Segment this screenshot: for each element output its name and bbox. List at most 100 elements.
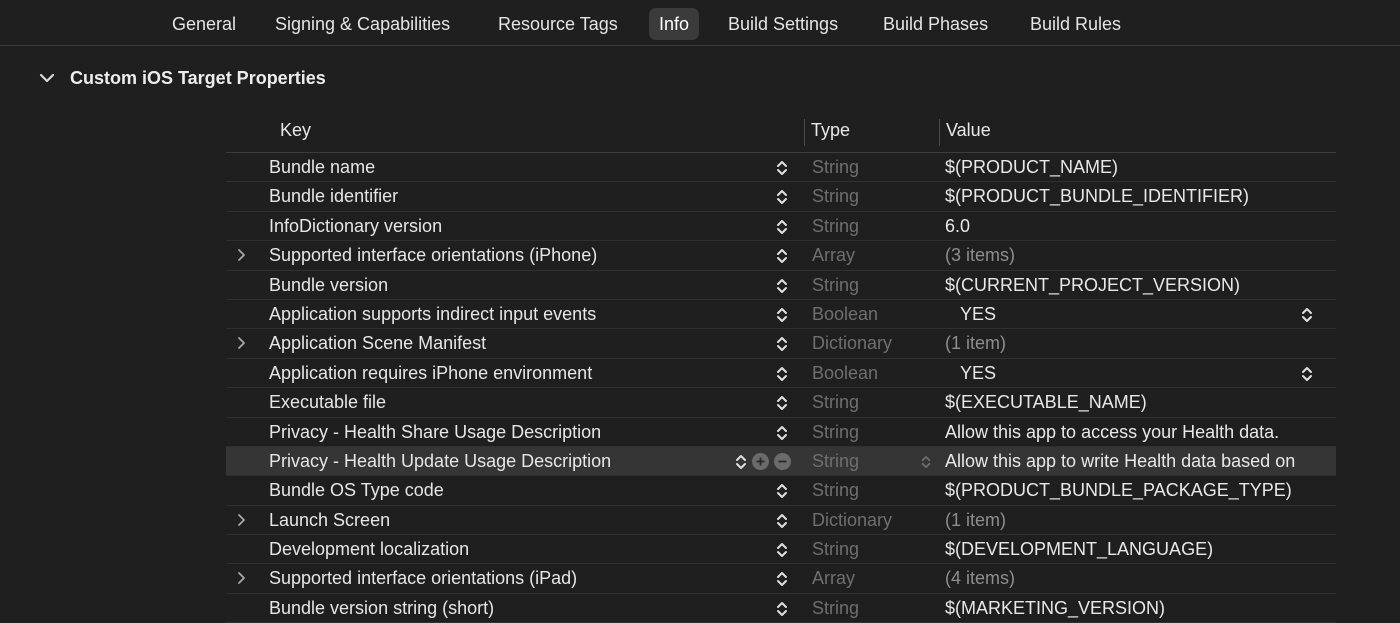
table-row[interactable]: Privacy - Health Share Usage Description… [226,418,1336,447]
column-header-value[interactable]: Value [946,115,991,152]
tab-build-rules[interactable]: Build Rules [1020,8,1131,40]
up-down-stepper-icon[interactable] [775,541,789,559]
row-value[interactable]: (4 items) [945,564,1330,593]
row-value[interactable]: Allow this app to access your Health dat… [945,418,1330,447]
table-row[interactable]: Application Scene Manifest Dictionary (1 i… [226,329,1336,359]
row-key[interactable]: Privacy - Health Update Usage Descriptio… [269,447,611,476]
row-type[interactable]: Dictionary [812,506,892,535]
row-key[interactable]: Application requires iPhone environment [269,359,592,388]
up-down-stepper-icon[interactable] [775,306,789,324]
up-down-stepper-icon[interactable] [775,247,789,265]
up-down-stepper-icon[interactable] [775,277,789,295]
row-key[interactable]: Privacy - Health Share Usage Description [269,418,601,447]
row-value[interactable]: YES [960,359,1345,388]
column-divider[interactable] [939,119,940,146]
up-down-stepper-icon[interactable] [734,453,748,471]
table-row[interactable]: Privacy - Health Update Usage Descriptio… [226,446,1336,477]
row-key[interactable]: Supported interface orientations (iPad) [269,564,577,593]
row-key[interactable]: Executable file [269,388,386,417]
row-key[interactable]: Bundle version string (short) [269,594,494,623]
row-value[interactable]: (3 items) [945,241,1330,270]
row-value[interactable]: $(EXECUTABLE_NAME) [945,388,1330,417]
tab-build-phases[interactable]: Build Phases [873,8,998,40]
row-key[interactable]: Bundle identifier [269,182,398,211]
column-divider[interactable] [804,119,805,146]
chevron-right-icon[interactable] [234,248,248,262]
row-type[interactable]: String [812,535,859,564]
row-type[interactable]: Dictionary [812,329,892,358]
up-down-stepper-icon[interactable] [775,335,789,353]
plus-circle-icon[interactable] [752,452,769,470]
up-down-stepper-icon[interactable] [775,365,789,383]
up-down-stepper-icon[interactable] [775,600,789,618]
minus-circle-icon[interactable] [774,452,791,470]
up-down-stepper-icon[interactable] [775,482,789,500]
row-value[interactable]: (1 item) [945,329,1330,358]
row-key[interactable]: InfoDictionary version [269,212,442,241]
table-row[interactable]: Bundle name String $(PRODUCT_NAME) [226,153,1336,183]
up-down-stepper-icon[interactable] [775,394,789,412]
row-value[interactable]: $(CURRENT_PROJECT_VERSION) [945,271,1330,300]
column-header-type[interactable]: Type [811,115,850,152]
table-row[interactable]: Supported interface orientations (iPad) A… [226,564,1336,594]
up-down-stepper-icon[interactable] [775,159,789,177]
table-row[interactable]: Bundle version String $(CURRENT_PROJECT_VE… [226,271,1336,300]
popup-stepper-icon[interactable] [1300,365,1314,383]
row-value[interactable]: (1 item) [945,506,1330,535]
chevron-right-icon[interactable] [234,571,248,585]
table-row[interactable]: Development localization String $(DEVELOPM… [226,535,1336,565]
chevron-right-icon[interactable] [234,513,248,527]
column-header-key[interactable]: Key [280,115,311,152]
table-row[interactable]: Supported interface orientations (iPhone… [226,241,1336,271]
row-key[interactable]: Supported interface orientations (iPhone… [269,241,597,270]
row-key[interactable]: Development localization [269,535,469,564]
row-value[interactable]: Allow this app to write Health data base… [945,447,1330,476]
tab-general[interactable]: General [162,8,246,40]
table-row[interactable]: Application supports indirect input even… [226,300,1336,330]
row-type[interactable]: String [812,153,859,182]
row-type[interactable]: Array [812,241,855,270]
row-key[interactable]: Application supports indirect input even… [269,300,596,329]
up-down-stepper-icon[interactable] [775,188,789,206]
row-type[interactable]: String [812,212,859,241]
table-row[interactable]: Launch Screen Dictionary (1 item) [226,506,1336,536]
row-key[interactable]: Launch Screen [269,506,390,535]
table-row[interactable]: Bundle OS Type code String $(PRODUCT_BUNDL… [226,476,1336,506]
row-value[interactable]: $(PRODUCT_NAME) [945,153,1330,182]
row-value[interactable]: $(MARKETING_VERSION) [945,594,1330,623]
tab-build-settings[interactable]: Build Settings [718,8,848,40]
up-down-stepper-icon[interactable] [920,453,932,471]
up-down-stepper-icon[interactable] [775,512,789,530]
chevron-right-icon[interactable] [234,336,248,350]
row-type[interactable]: Boolean [812,359,878,388]
up-down-stepper-icon[interactable] [775,570,789,588]
row-value[interactable]: $(PRODUCT_BUNDLE_IDENTIFIER) [945,182,1330,211]
row-key[interactable]: Bundle version [269,271,388,300]
row-key[interactable]: Bundle OS Type code [269,476,444,505]
popup-stepper-icon[interactable] [1300,306,1314,324]
row-key[interactable]: Application Scene Manifest [269,329,486,358]
section-header[interactable]: Custom iOS Target Properties [36,64,326,92]
table-row[interactable]: Bundle identifier String $(PRODUCT_BUNDLE_… [226,182,1336,212]
up-down-stepper-icon[interactable] [775,424,789,442]
row-type[interactable]: String [812,182,859,211]
row-key[interactable]: Bundle name [269,153,375,182]
row-type[interactable]: String [812,388,859,417]
row-type[interactable]: Array [812,564,855,593]
row-type[interactable]: String [812,418,859,447]
row-value[interactable]: $(PRODUCT_BUNDLE_PACKAGE_TYPE) [945,476,1330,505]
table-row[interactable]: Bundle version string (short) String $(MAR… [226,594,1336,623]
row-value[interactable]: 6.0 [945,212,1330,241]
row-type[interactable]: Boolean [812,300,878,329]
tab-info[interactable]: Info [649,8,700,40]
tab-resource-tags[interactable]: Resource Tags [488,8,628,40]
row-type[interactable]: String [812,476,859,505]
table-row[interactable]: Executable file String $(EXECUTABLE_NAME) [226,388,1336,418]
chevron-down-icon[interactable] [36,67,58,89]
table-row[interactable]: Application requires iPhone environment B… [226,359,1336,389]
row-value[interactable]: $(DEVELOPMENT_LANGUAGE) [945,535,1330,564]
row-type[interactable]: String [812,447,859,476]
row-type[interactable]: String [812,594,859,623]
row-type[interactable]: String [812,271,859,300]
row-value[interactable]: YES [960,300,1345,329]
